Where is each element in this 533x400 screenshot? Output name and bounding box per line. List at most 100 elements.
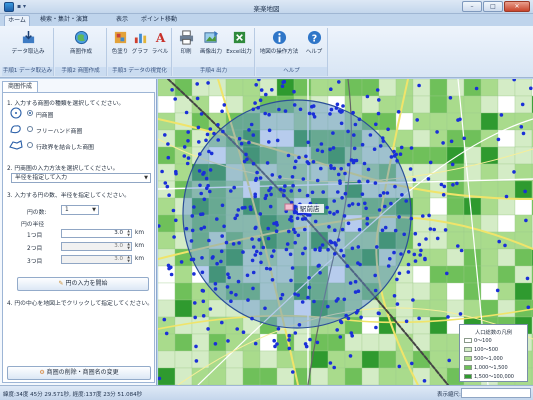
store-point[interactable] [395,277,399,282]
store-point[interactable] [385,191,390,195]
store-point[interactable] [169,272,174,277]
store-point[interactable] [336,297,340,301]
store-point[interactable] [412,178,417,182]
store-point[interactable] [338,179,342,183]
store-point[interactable] [307,111,312,116]
store-point[interactable] [313,247,317,252]
store-point[interactable] [332,166,337,171]
store-point[interactable] [329,107,334,112]
store-point[interactable] [445,271,449,276]
store-point[interactable] [215,261,219,266]
store-point[interactable] [393,184,397,189]
store-point[interactable] [197,169,202,173]
store-point[interactable] [285,242,290,246]
store-point[interactable] [261,245,266,250]
store-point[interactable] [269,192,273,197]
store-point[interactable] [201,299,206,304]
store-point[interactable] [166,263,171,268]
store-point[interactable] [301,251,305,256]
store-point[interactable] [194,359,199,363]
store-point[interactable] [432,227,437,232]
store-point[interactable] [263,306,267,311]
store-point[interactable] [409,146,414,150]
store-point[interactable] [363,201,367,206]
store-point[interactable] [337,80,341,84]
maximize-button[interactable]: □ [483,1,503,12]
store-point[interactable] [308,337,312,342]
store-point[interactable] [258,251,263,256]
store-point[interactable] [270,173,275,177]
store-point[interactable] [374,325,378,330]
minimize-button[interactable]: – [462,1,482,12]
store-point[interactable] [293,240,297,245]
store-point[interactable] [310,104,314,109]
store-point[interactable] [208,307,213,311]
store-point[interactable] [409,216,414,221]
store-point[interactable] [343,171,347,176]
store-point[interactable] [202,197,207,202]
store-point[interactable] [289,278,293,283]
store-point[interactable] [307,285,312,290]
store-point[interactable] [340,227,345,232]
store-point[interactable] [392,149,396,154]
store-point[interactable] [201,172,205,176]
store-point[interactable] [226,339,230,343]
store-point[interactable] [372,147,377,151]
store-point[interactable] [199,212,203,217]
store-point[interactable] [283,184,287,188]
store-point[interactable] [435,130,439,134]
store-point[interactable] [331,146,336,150]
store-point[interactable] [241,330,246,334]
store-point[interactable] [193,301,197,305]
store-point[interactable] [424,237,428,241]
store-point[interactable] [303,246,307,251]
store-point[interactable] [521,131,526,136]
store-point[interactable] [449,139,454,144]
store-point[interactable] [426,177,431,181]
store-point[interactable] [499,113,504,117]
radio-circle[interactable] [27,110,33,116]
store-point[interactable] [503,243,507,248]
store-point[interactable] [356,245,361,249]
store-point[interactable] [504,194,509,199]
tab-search[interactable]: 検索・集計・演算 [34,15,94,26]
store-point[interactable] [351,160,356,165]
store-point[interactable] [386,264,391,268]
store-point[interactable] [280,292,285,297]
store-point[interactable] [346,316,351,321]
store-point[interactable] [378,193,383,198]
store-point[interactable] [421,214,425,218]
store-point[interactable] [319,166,323,171]
store-point[interactable] [267,112,271,117]
store-point[interactable] [253,253,258,257]
store-point[interactable] [350,246,355,251]
store-point[interactable] [346,129,350,134]
store-point[interactable] [205,132,210,137]
store-point[interactable] [222,224,226,229]
store-point[interactable] [222,103,227,107]
store-point[interactable] [255,170,259,175]
store-point[interactable] [428,227,433,231]
spinner-icon[interactable]: ▲ ▼ [125,242,130,250]
store-point[interactable] [235,327,239,331]
store-point[interactable] [523,189,527,194]
store-point[interactable] [253,194,257,199]
store-point[interactable] [289,189,294,193]
store-point[interactable] [448,96,453,100]
store-point[interactable] [336,190,340,194]
store-point[interactable] [201,314,206,318]
store-point[interactable] [202,225,207,230]
store-point[interactable] [456,244,460,248]
store-point[interactable] [296,293,300,297]
store-point[interactable] [417,316,421,321]
store-point[interactable] [333,228,337,232]
store-point[interactable] [373,181,378,185]
store-point[interactable] [225,285,230,289]
store-point[interactable] [263,111,267,116]
store-point[interactable] [229,189,233,193]
store-point[interactable] [251,133,256,137]
store-point[interactable] [411,298,415,302]
store-point[interactable] [336,172,341,177]
store-point[interactable] [251,161,256,166]
store-point[interactable] [318,271,322,275]
